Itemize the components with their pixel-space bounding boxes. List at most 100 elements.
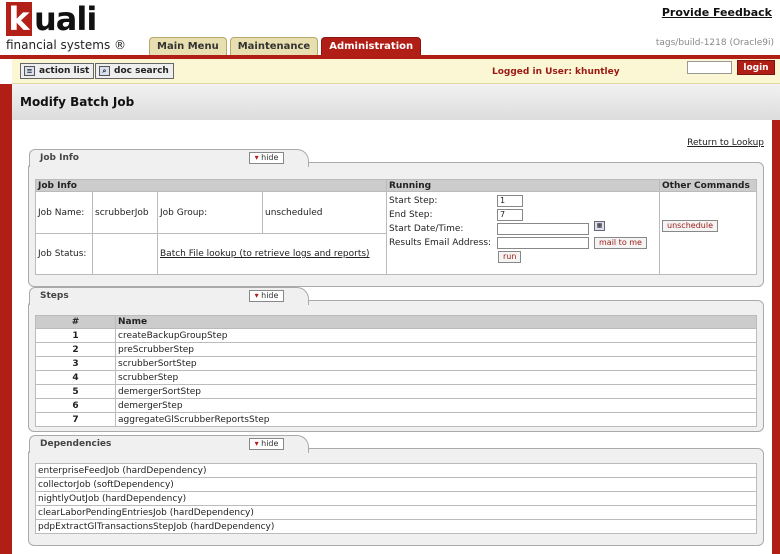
step-name-header: Name bbox=[115, 315, 757, 329]
job-status-label: Job Status: bbox=[35, 233, 93, 275]
other-commands-header: Other Commands bbox=[659, 179, 757, 192]
dependencies-hide-button[interactable]: ▾ hide bbox=[249, 438, 284, 450]
step-num: 3 bbox=[35, 356, 116, 371]
hide-label: hide bbox=[261, 291, 279, 300]
job-info-title: Job Info bbox=[40, 153, 79, 163]
email-label: Results Email Address: bbox=[389, 238, 492, 248]
table-row: 7 aggregateGlScrubberReportsStep bbox=[35, 412, 757, 427]
other-commands-cell: unschedule bbox=[659, 191, 757, 275]
dependencies-table: enterpriseFeedJob (hardDependency) colle… bbox=[35, 463, 757, 534]
job-info-tab: Job Info ▾ hide bbox=[29, 149, 309, 167]
list-item: nightlyOutJob (hardDependency) bbox=[35, 491, 757, 506]
run-button[interactable]: run bbox=[498, 251, 522, 263]
list-item: pdpExtractGlTransactionsStepJob (hardDep… bbox=[35, 519, 757, 534]
step-num: 7 bbox=[35, 412, 116, 427]
action-list-label: action list bbox=[39, 66, 90, 76]
dependency-name: nightlyOutJob (hardDependency) bbox=[35, 491, 757, 506]
dependencies-section: Dependencies ▾ hide enterpriseFeedJob (h… bbox=[28, 435, 764, 546]
table-row: 3 scrubberSortStep bbox=[35, 356, 757, 371]
main-content: Return to Lookup Job Info ▾ hide Job Inf… bbox=[12, 120, 772, 554]
end-step-input[interactable]: 7 bbox=[497, 209, 523, 221]
unschedule-button[interactable]: unschedule bbox=[662, 220, 718, 232]
start-date-label: Start Date/Time: bbox=[389, 224, 464, 234]
tab-maintenance[interactable]: Maintenance bbox=[229, 37, 319, 55]
list-item: clearLaborPendingEntriesJob (hardDepende… bbox=[35, 505, 757, 520]
job-info-hide-button[interactable]: ▾ hide bbox=[249, 152, 284, 164]
table-row: 2 preScrubberStep bbox=[35, 342, 757, 357]
app-header: k uali financial systems ® Main Menu Mai… bbox=[0, 0, 780, 56]
magnifier-icon: ⌕ bbox=[99, 66, 110, 76]
logo-subtitle: financial systems ® bbox=[6, 38, 127, 52]
tab-administration[interactable]: Administration bbox=[321, 37, 422, 55]
end-step-label: End Step: bbox=[389, 210, 433, 220]
table-row: 6 demergerStep bbox=[35, 398, 757, 413]
doc-search-button[interactable]: ⌕ doc search bbox=[95, 63, 174, 79]
right-border bbox=[772, 120, 780, 554]
start-date-input[interactable] bbox=[497, 223, 589, 235]
job-name-value: scrubberJob bbox=[92, 191, 158, 234]
doc-search-label: doc search bbox=[114, 66, 169, 76]
step-num: 5 bbox=[35, 384, 116, 399]
calendar-icon[interactable]: ▦ bbox=[594, 221, 605, 231]
job-name-label: Job Name: bbox=[35, 191, 93, 234]
steps-section: Steps ▾ hide # Name 1 createBackupGroupSt… bbox=[28, 287, 764, 432]
step-name: createBackupGroupStep bbox=[115, 328, 757, 343]
tab-main-menu[interactable]: Main Menu bbox=[149, 37, 227, 55]
step-num: 2 bbox=[35, 342, 116, 357]
hide-label: hide bbox=[261, 439, 279, 448]
logo-k: k bbox=[6, 2, 32, 36]
running-header: Running bbox=[386, 179, 660, 192]
step-num-header: # bbox=[35, 315, 116, 329]
provide-feedback-link[interactable]: Provide Feedback bbox=[662, 6, 772, 19]
main-tabs: Main Menu Maintenance Administration bbox=[149, 37, 422, 55]
toolbar: ≡ action list ⌕ doc search Logged in Use… bbox=[12, 59, 780, 84]
step-num: 4 bbox=[35, 370, 116, 385]
dependency-name: pdpExtractGlTransactionsStepJob (hardDep… bbox=[35, 519, 757, 534]
list-icon: ≡ bbox=[24, 66, 35, 76]
job-info-header: Job Info bbox=[35, 179, 387, 192]
email-input[interactable] bbox=[497, 237, 589, 249]
batch-file-lookup-link[interactable]: Batch File lookup (to retrieve logs and … bbox=[157, 233, 387, 275]
list-item: enterpriseFeedJob (hardDependency) bbox=[35, 463, 757, 478]
logo-word: uali bbox=[34, 0, 97, 38]
step-name: preScrubberStep bbox=[115, 342, 757, 357]
action-list-button[interactable]: ≡ action list bbox=[20, 63, 95, 79]
steps-hide-button[interactable]: ▾ hide bbox=[249, 290, 284, 302]
step-num: 6 bbox=[35, 398, 116, 413]
build-label: tags/build-1218 (Oracle9i) bbox=[655, 38, 774, 48]
mail-to-me-button[interactable]: mail to me bbox=[594, 237, 647, 249]
start-step-input[interactable]: 1 bbox=[497, 195, 523, 207]
table-row: 5 demergerSortStep bbox=[35, 384, 757, 399]
login-button[interactable]: login bbox=[737, 60, 775, 75]
step-name: demergerStep bbox=[115, 398, 757, 413]
page-title-bar: Modify Batch Job bbox=[12, 84, 780, 120]
step-name: aggregateGlScrubberReportsStep bbox=[115, 412, 757, 427]
steps-title: Steps bbox=[40, 291, 69, 301]
left-border bbox=[0, 84, 12, 554]
logged-in-user: Logged in User: khuntley bbox=[492, 67, 620, 77]
dependency-name: clearLaborPendingEntriesJob (hardDepende… bbox=[35, 505, 757, 520]
steps-table: # Name 1 createBackupGroupStep 2 preScrubb… bbox=[35, 315, 757, 427]
job-info-section: Job Info ▾ hide Job Info Running Other C… bbox=[28, 149, 764, 287]
step-name: scrubberStep bbox=[115, 370, 757, 385]
step-name: demergerSortStep bbox=[115, 384, 757, 399]
dependency-name: collectorJob (softDependency) bbox=[35, 477, 757, 492]
job-group-label: Job Group: bbox=[157, 191, 263, 234]
job-status-value bbox=[92, 233, 158, 275]
running-cell: Start Step: 1 End Step: 7 Start Date/Time:… bbox=[386, 191, 660, 275]
list-item: collectorJob (softDependency) bbox=[35, 477, 757, 492]
job-info-table: Job Info Running Other Commands Job Name… bbox=[35, 179, 757, 275]
steps-tab: Steps ▾ hide bbox=[29, 287, 309, 305]
table-row: 1 createBackupGroupStep bbox=[35, 328, 757, 343]
table-row: 4 scrubberStep bbox=[35, 370, 757, 385]
kuali-logo: k uali financial systems ® bbox=[6, 0, 152, 52]
job-group-value: unscheduled bbox=[262, 191, 387, 234]
dependencies-title: Dependencies bbox=[40, 439, 112, 449]
return-to-lookup-link[interactable]: Return to Lookup bbox=[687, 138, 764, 148]
triangle-down-icon: ▾ bbox=[254, 153, 259, 162]
hide-label: hide bbox=[261, 153, 279, 162]
start-step-label: Start Step: bbox=[389, 196, 438, 206]
triangle-down-icon: ▾ bbox=[254, 291, 259, 300]
login-input[interactable] bbox=[687, 61, 732, 74]
page-title: Modify Batch Job bbox=[20, 95, 135, 109]
